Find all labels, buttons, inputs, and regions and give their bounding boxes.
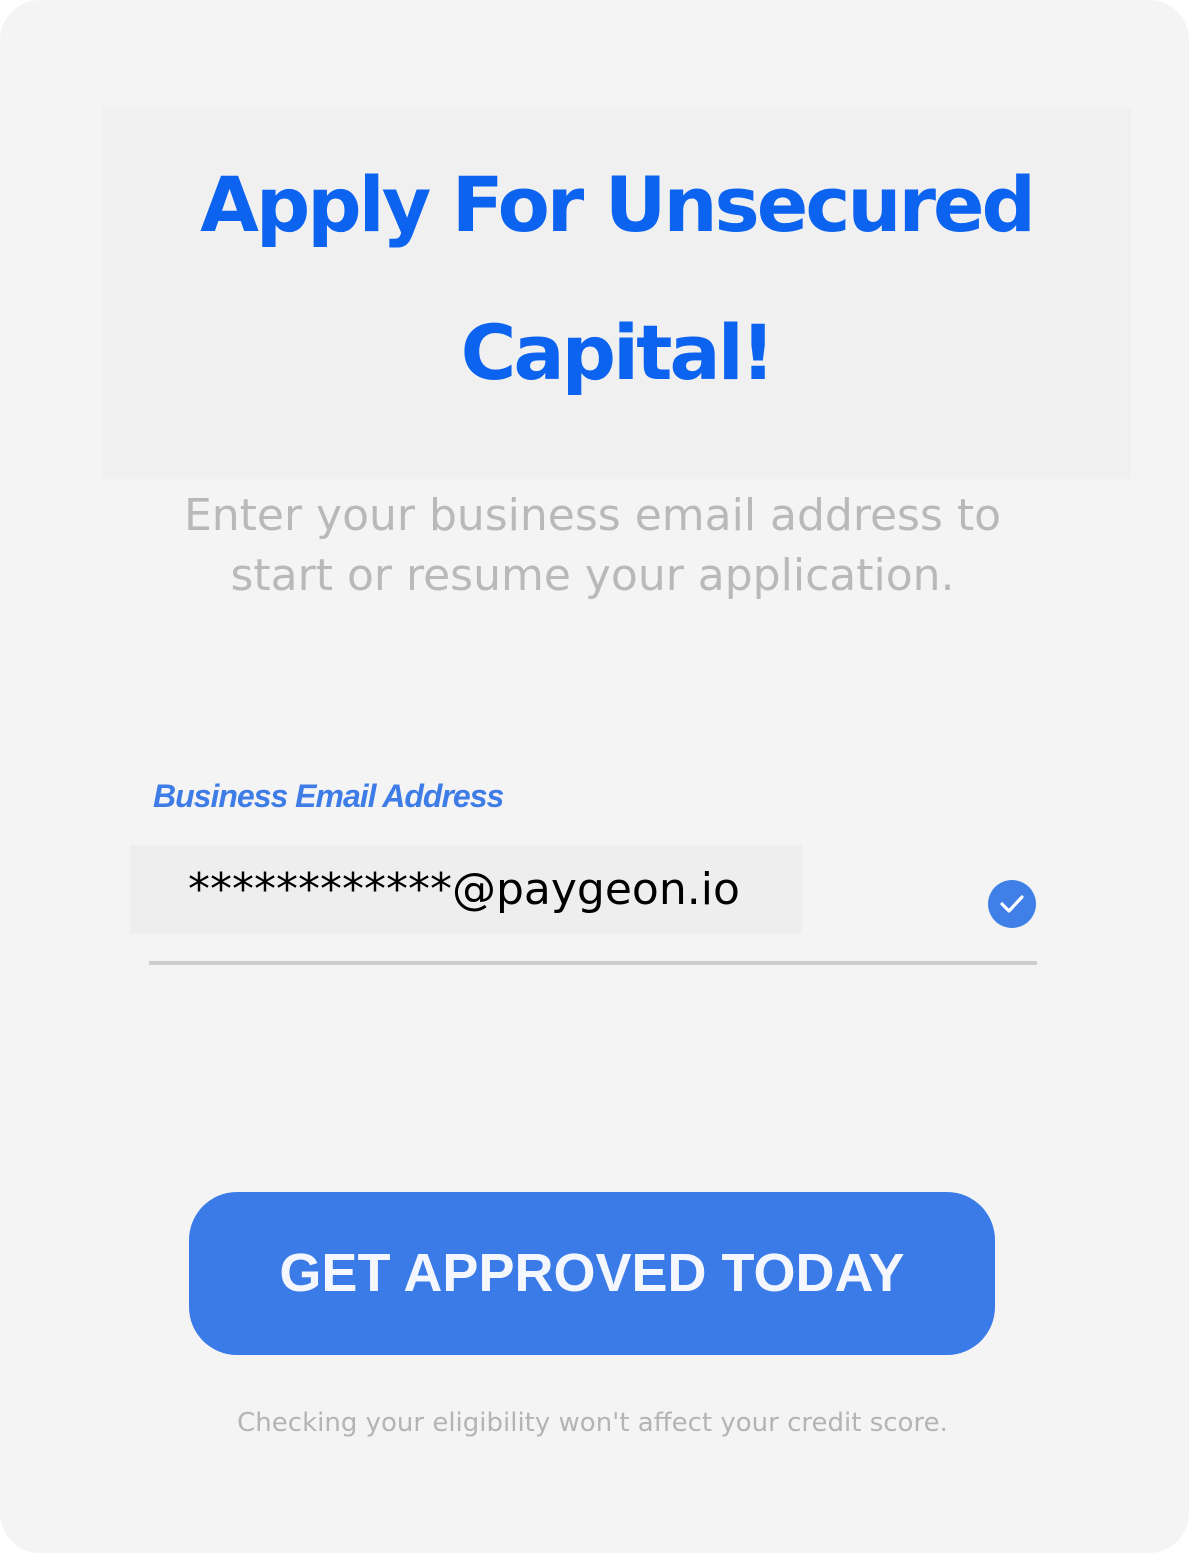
email-field-label: Business Email Address	[153, 778, 504, 814]
hero-banner: Apply For Unsecured Capital!	[102, 107, 1131, 479]
instruction-text: Enter your business email address to sta…	[150, 486, 1035, 606]
email-input[interactable]: ************@paygeon.io	[130, 845, 802, 934]
email-field[interactable]: ************@paygeon.io	[130, 845, 1037, 965]
instruction-line-2: start or resume your application.	[230, 550, 955, 601]
application-card: Apply For Unsecured Capital! Enter your b…	[0, 0, 1189, 1553]
credit-score-disclaimer: Checking your eligibility won't affect y…	[237, 1408, 948, 1438]
email-field-underline	[149, 961, 1037, 965]
check-circle-icon	[988, 880, 1036, 928]
instruction-line-1: Enter your business email address to	[183, 490, 1002, 541]
page-title-line-2: Capital!	[460, 308, 776, 397]
page-title: Apply For Unsecured Capital!	[102, 107, 1131, 427]
get-approved-button[interactable]: GET APPROVED TODAY	[189, 1192, 995, 1355]
email-input-value[interactable]: ************@paygeon.io	[188, 862, 740, 918]
page-title-line-1: Apply For Unsecured	[200, 160, 1036, 249]
